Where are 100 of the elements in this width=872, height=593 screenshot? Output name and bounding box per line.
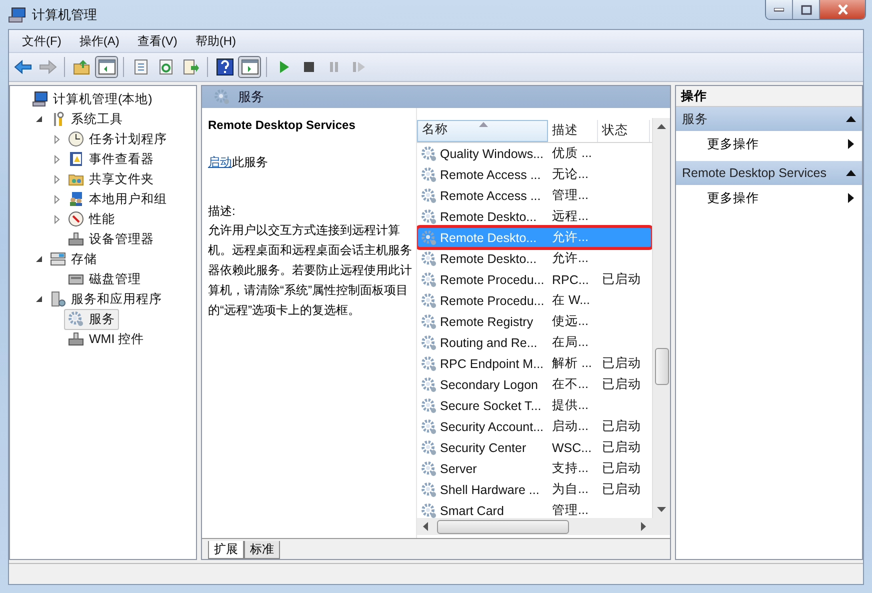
- scroll-right-arrow-icon[interactable]: [641, 522, 646, 531]
- tree-item[interactable]: 服务: [64, 308, 119, 330]
- maximize-icon: [800, 4, 812, 14]
- service-description: 使远...: [552, 313, 588, 330]
- service-row[interactable]: RPC Endpoint M... 解析 ... 已启动: [417, 353, 652, 374]
- service-row[interactable]: Remote Procedu... RPC... 已启动: [417, 269, 652, 290]
- service-status: 已启动: [602, 439, 641, 456]
- service-row[interactable]: Remote Deskto... 远程...: [417, 206, 652, 227]
- clock-icon: [68, 131, 84, 147]
- actions-section-header[interactable]: Remote Desktop Services: [676, 161, 862, 185]
- horizontal-scrollbar[interactable]: [417, 518, 670, 535]
- tree-item[interactable]: 系统工具: [46, 108, 127, 130]
- service-row[interactable]: Security Account... 启动... 已启动: [417, 416, 652, 437]
- action-item[interactable]: 更多操作: [676, 131, 862, 157]
- menu-item[interactable]: 帮助(H): [186, 32, 245, 50]
- vertical-scrollbar[interactable]: [652, 118, 670, 518]
- gear-icon: [421, 250, 437, 266]
- service-row[interactable]: Server 支持... 已启动: [417, 458, 652, 479]
- service-row[interactable]: Secure Socket T... 提供...: [417, 395, 652, 416]
- column-header[interactable]: 名称: [417, 120, 548, 142]
- service-status: 已启动: [602, 460, 641, 477]
- scroll-thumb[interactable]: [655, 348, 669, 385]
- tree-item[interactable]: 任务计划程序: [64, 128, 171, 150]
- expanded-arrow-icon[interactable]: [35, 115, 43, 123]
- menu-item[interactable]: 查看(V): [128, 32, 186, 50]
- expanded-arrow-icon[interactable]: [35, 295, 43, 303]
- gear-icon: [214, 89, 230, 105]
- scroll-left-arrow-icon[interactable]: [423, 522, 428, 531]
- tree-item[interactable]: 计算机管理(本地): [28, 88, 156, 110]
- column-header[interactable]: 状态: [598, 120, 650, 142]
- maximize-button[interactable]: [793, 0, 820, 19]
- start-link[interactable]: 启动: [208, 155, 232, 169]
- service-description: 远程...: [552, 208, 588, 225]
- submenu-arrow-icon: [848, 139, 854, 149]
- collapsed-arrow-icon[interactable]: [53, 214, 61, 224]
- service-status: 已启动: [602, 481, 641, 498]
- tree-item[interactable]: 本地用户和组: [64, 188, 171, 210]
- scroll-up-arrow-icon[interactable]: [657, 124, 666, 129]
- menu-item[interactable]: 操作(A): [70, 32, 128, 50]
- collapsed-arrow-icon[interactable]: [53, 134, 61, 144]
- actions-section-header[interactable]: 服务: [676, 107, 862, 131]
- menu-item[interactable]: 文件(F): [13, 32, 70, 50]
- service-row[interactable]: Remote Access ... 管理...: [417, 185, 652, 206]
- storage-icon: [50, 251, 66, 267]
- service-status: 已启动: [602, 418, 641, 435]
- service-row[interactable]: Smart Card 管理...: [417, 500, 652, 518]
- tree-item[interactable]: 共享文件夹: [64, 168, 158, 190]
- tree-item[interactable]: 服务和应用程序: [46, 288, 166, 310]
- gear-icon: [421, 440, 437, 456]
- tree-toggle-button[interactable]: [95, 56, 118, 78]
- scroll-down-arrow-icon[interactable]: [657, 507, 666, 512]
- service-name: Remote Deskto...: [440, 252, 537, 266]
- service-status: 已启动: [602, 376, 641, 393]
- collapsed-arrow-icon[interactable]: [53, 174, 61, 184]
- service-row[interactable]: Secondary Logon 在不... 已启动: [417, 374, 652, 395]
- minimize-button[interactable]: [766, 0, 793, 19]
- actions-toggle-button[interactable]: [238, 56, 261, 78]
- service-row[interactable]: Remote Access ... 无论...: [417, 164, 652, 185]
- gear-icon: [421, 376, 437, 392]
- service-name: Remote Access ...: [440, 188, 541, 202]
- close-button[interactable]: [820, 0, 865, 19]
- expanded-arrow-icon[interactable]: [35, 255, 43, 263]
- service-row[interactable]: Shell Hardware ... 为自... 已启动: [417, 479, 652, 500]
- tree-item[interactable]: 设备管理器: [64, 228, 158, 250]
- properties-icon: [132, 59, 150, 75]
- action-item[interactable]: 更多操作: [676, 185, 862, 211]
- export-icon: [182, 59, 200, 75]
- service-name: Security Center: [440, 440, 526, 454]
- service-row[interactable]: Remote Deskto... 允许...: [417, 248, 652, 269]
- tree-item[interactable]: 性能: [64, 208, 119, 230]
- server-gear-icon: [50, 291, 66, 307]
- service-row[interactable]: Security Center WSC... 已启动: [417, 437, 652, 458]
- view-tab[interactable]: 标准: [244, 541, 280, 559]
- collapsed-arrow-icon[interactable]: [53, 154, 61, 164]
- gear-icon: [421, 292, 437, 308]
- service-row[interactable]: Routing and Re... 在局...: [417, 332, 652, 353]
- users-icon: [68, 191, 84, 207]
- tree-item[interactable]: 存储: [46, 248, 101, 270]
- gear-icon: [421, 314, 437, 330]
- service-name: Remote Access ...: [440, 168, 541, 182]
- service-row[interactable]: Remote Registry 使远...: [417, 311, 652, 332]
- view-tab[interactable]: 扩展: [208, 541, 244, 559]
- gear-icon: [421, 272, 437, 288]
- service-row[interactable]: Quality Windows... 优质 ...: [417, 143, 652, 164]
- service-row[interactable]: Remote Procedu... 在 W...: [417, 290, 652, 311]
- scroll-thumb[interactable]: [437, 520, 569, 534]
- gear-icon: [421, 230, 437, 246]
- tree-item[interactable]: WMI 控件: [64, 328, 148, 350]
- service-description: 在不...: [552, 376, 588, 393]
- collapsed-arrow-icon[interactable]: [53, 194, 61, 204]
- tree-item[interactable]: 事件查看器: [64, 148, 158, 170]
- tree-item[interactable]: 磁盘管理: [64, 268, 145, 290]
- service-description: 允许...: [552, 229, 588, 246]
- section-title: 服务: [682, 110, 708, 128]
- column-header[interactable]: 描述: [548, 120, 598, 142]
- gear-icon: [421, 334, 437, 350]
- service-name: Secure Socket T...: [440, 398, 542, 412]
- gear-icon: [421, 146, 437, 162]
- device-icon: [68, 231, 84, 247]
- section-title: Remote Desktop Services: [682, 166, 827, 180]
